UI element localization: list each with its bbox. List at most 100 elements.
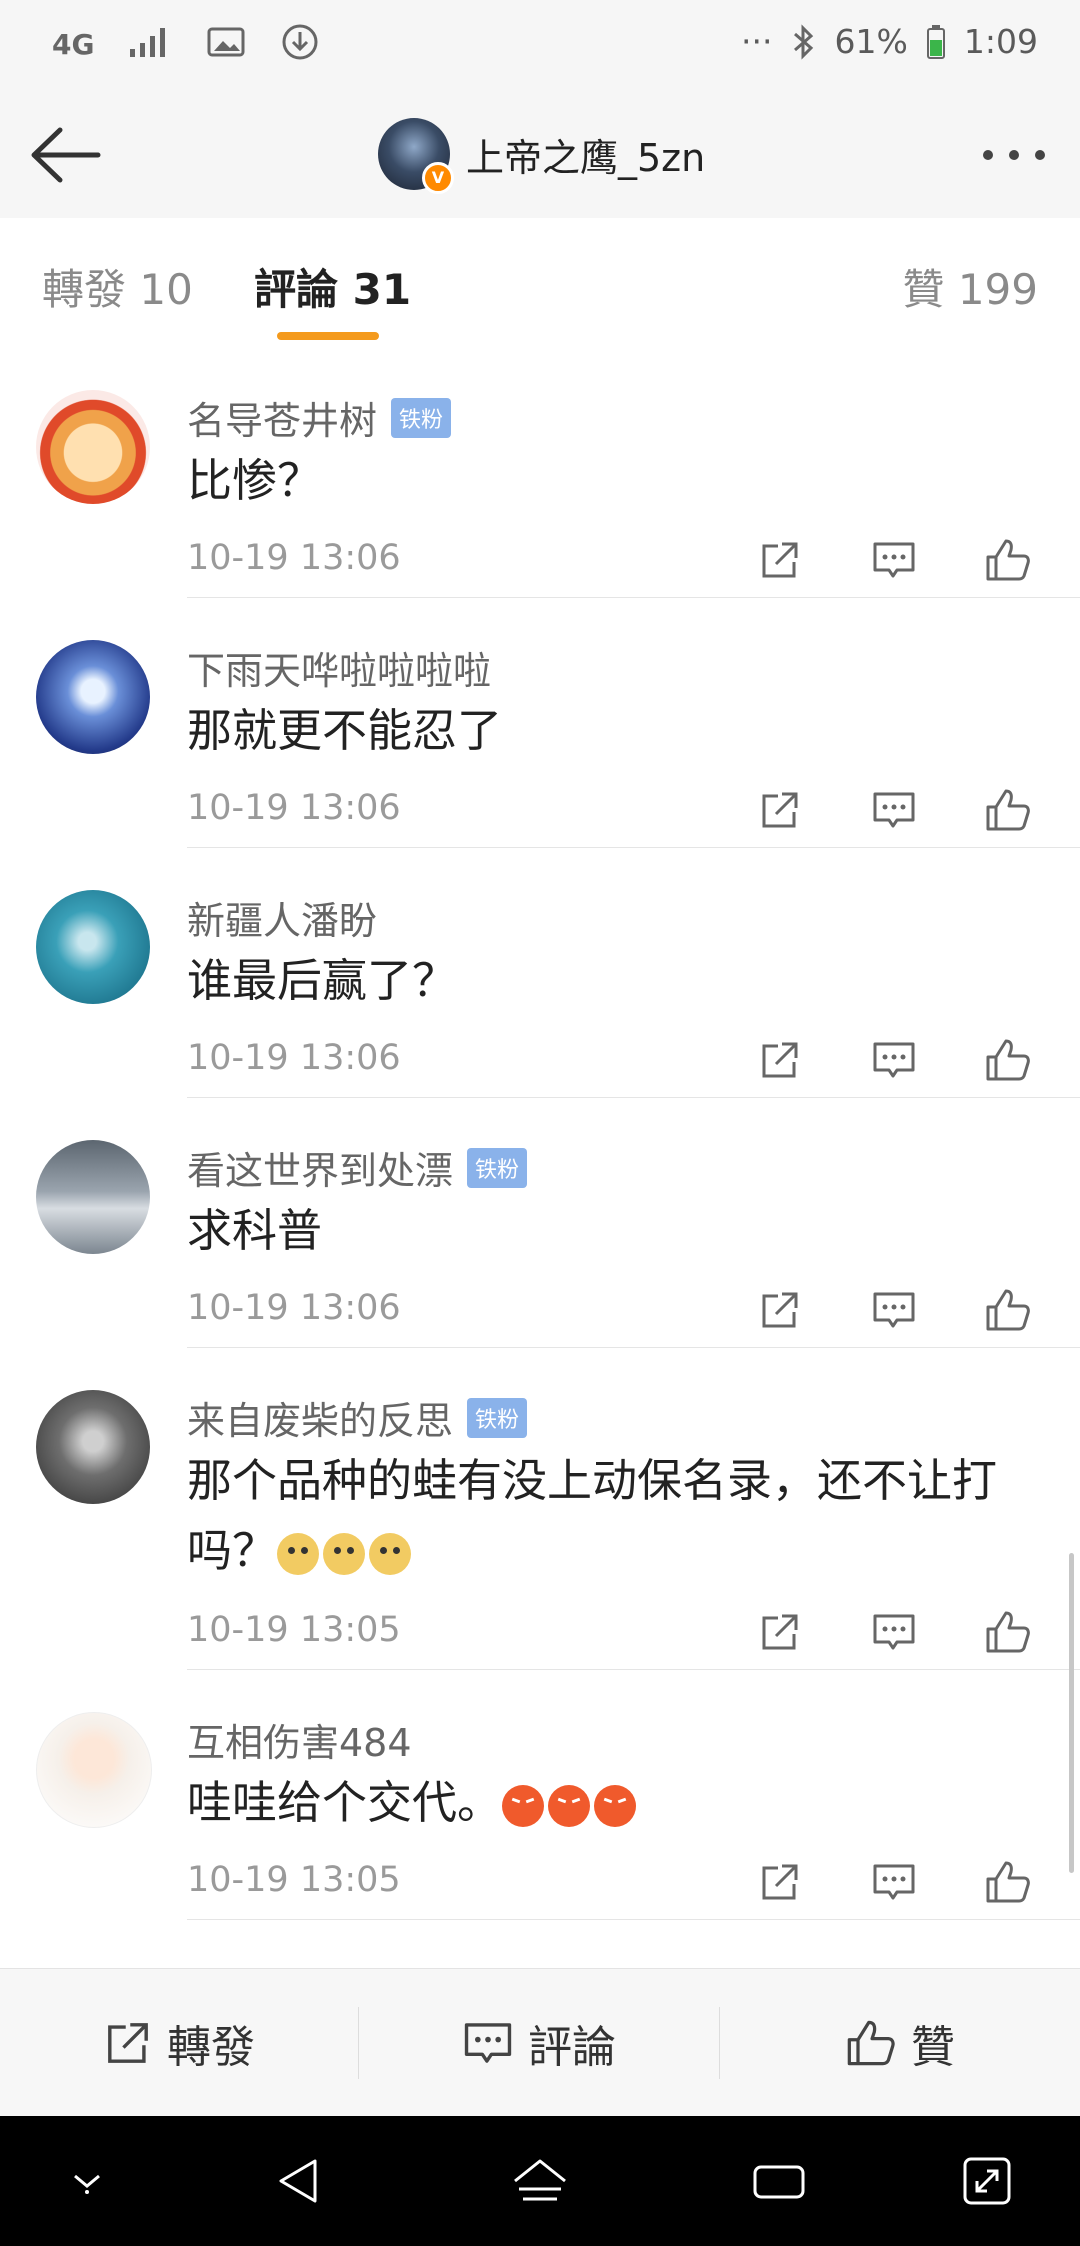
bottom-action-bar: 轉發 評論 贊	[0, 1968, 1080, 2117]
nav-home-button[interactable]	[505, 2150, 575, 2212]
overflow-indicator: ···	[741, 22, 773, 61]
avatar[interactable]	[36, 390, 150, 504]
comment-text[interactable]: 哇哇给个交代。	[187, 1768, 1027, 1838]
bluetooth-icon	[791, 23, 817, 60]
avatar[interactable]	[36, 1140, 150, 1254]
repost-action-button[interactable]: 轉發	[0, 1969, 358, 2117]
repost-button[interactable]	[748, 532, 812, 588]
avatar[interactable]	[36, 1390, 150, 1504]
repost-button[interactable]	[748, 1604, 812, 1660]
like-button[interactable]	[976, 1032, 1040, 1088]
thumbs-up-icon	[986, 539, 1030, 581]
reply-button[interactable]	[862, 1032, 926, 1088]
repost-button[interactable]	[748, 1854, 812, 1910]
like-button[interactable]	[976, 1604, 1040, 1660]
active-tab-indicator	[277, 332, 379, 340]
nav-hide-button[interactable]	[52, 2150, 122, 2212]
commenter-name[interactable]: 互相伤害484	[187, 1712, 412, 1767]
comment-icon	[464, 2023, 512, 2063]
nav-back-button[interactable]	[264, 2150, 334, 2212]
like-action-button[interactable]: 贊	[720, 1969, 1080, 2117]
comment-text[interactable]: 那就更不能忍了	[187, 696, 1027, 766]
battery-icon	[926, 24, 946, 60]
network-type-indicator: 4G	[52, 27, 95, 61]
comment-icon	[873, 1292, 915, 1328]
comment-text[interactable]: 比惨？	[187, 446, 1027, 516]
avatar[interactable]	[36, 640, 150, 754]
home-icon	[514, 2159, 566, 2201]
comment-item: 新疆人潘盼 谁最后赢了？ 10-19 13:06	[0, 848, 1080, 1098]
reply-button[interactable]	[862, 1604, 926, 1660]
comment-list[interactable]: 名导苍井树 铁粉 比惨？ 10-19 13:06 下雨天哗啦啦啦啦 那就更不能忍…	[0, 348, 1080, 1968]
system-nav-bar	[0, 2116, 1080, 2246]
comment-text[interactable]: 谁最后赢了？	[187, 946, 1027, 1016]
share-icon	[108, 2023, 148, 2063]
like-button[interactable]	[976, 532, 1040, 588]
user-title[interactable]: V 上帝之鹰_5zn	[378, 116, 706, 194]
comment-text[interactable]: 求科普	[187, 1196, 1027, 1266]
signal-icon	[128, 25, 172, 59]
commenter-name[interactable]: 名导苍井树	[187, 390, 377, 445]
thumbs-up-icon	[847, 2020, 895, 2066]
repost-label: 轉發	[167, 2022, 255, 2073]
reply-button[interactable]	[862, 532, 926, 588]
comment-icon	[873, 792, 915, 828]
recents-icon	[753, 2165, 805, 2199]
tab-comments[interactable]: 評論 31	[254, 256, 411, 317]
divider	[187, 1919, 1080, 1920]
share-icon	[762, 1292, 798, 1328]
like-button[interactable]	[976, 1854, 1040, 1910]
fan-badge: 铁粉	[467, 1147, 528, 1188]
repost-button[interactable]	[748, 782, 812, 838]
avatar[interactable]	[36, 1712, 152, 1828]
share-icon	[762, 1864, 798, 1900]
more-dots-icon	[983, 150, 1045, 160]
chevron-down-icon	[74, 2174, 100, 2194]
avatar[interactable]	[36, 890, 150, 1004]
tab-repost[interactable]: 轉發 10	[42, 256, 193, 317]
thumbs-up-icon	[986, 1039, 1030, 1081]
more-button[interactable]	[974, 132, 1054, 178]
reply-button[interactable]	[862, 782, 926, 838]
like-label: 贊	[911, 2022, 955, 2073]
comment-time: 10-19 13:06	[187, 538, 401, 578]
comment-action-button[interactable]: 評論	[359, 1969, 719, 2117]
comment-item: 看这世界到处漂 铁粉 求科普 10-19 13:06	[0, 1098, 1080, 1348]
share-icon	[762, 792, 798, 828]
comment-time: 10-19 13:06	[187, 788, 401, 828]
nav-recents-button[interactable]	[744, 2150, 814, 2212]
angry-emoji	[594, 1785, 637, 1827]
reply-button[interactable]	[862, 1854, 926, 1910]
tab-likes[interactable]: 贊 199	[902, 256, 1038, 317]
download-icon	[280, 22, 320, 62]
like-button[interactable]	[976, 1282, 1040, 1338]
scrollbar[interactable]	[1069, 1553, 1074, 1873]
commenter-name[interactable]: 新疆人潘盼	[187, 890, 377, 945]
expand-icon	[963, 2157, 1011, 2205]
comment-text[interactable]: 那个品种的蛙有没上动保名录，还不让打吗？	[187, 1446, 1027, 1586]
thumbs-up-icon	[986, 1611, 1030, 1653]
back-button[interactable]	[26, 120, 106, 190]
comment-time: 10-19 13:05	[187, 1610, 401, 1650]
nav-expand-button[interactable]	[952, 2150, 1022, 2212]
doge-emoji	[369, 1533, 412, 1575]
repost-button[interactable]	[748, 1032, 812, 1088]
commenter-name[interactable]: 下雨天哗啦啦啦啦	[187, 640, 491, 695]
repost-button[interactable]	[748, 1282, 812, 1338]
avatar[interactable]: V	[378, 118, 454, 194]
comment-icon	[873, 1614, 915, 1650]
comment-icon	[873, 542, 915, 578]
commenter-name[interactable]: 来自废柴的反思	[187, 1390, 453, 1445]
commenter-name[interactable]: 看这世界到处漂	[187, 1140, 453, 1195]
fan-badge: 铁粉	[467, 1397, 528, 1438]
comment-item: 来自废柴的反思 铁粉 那个品种的蛙有没上动保名录，还不让打吗？ 10-19 13…	[0, 1348, 1080, 1670]
reply-button[interactable]	[862, 1282, 926, 1338]
like-button[interactable]	[976, 782, 1040, 838]
gallery-icon	[206, 25, 246, 59]
status-bar: 4G ··· 61% 1:09	[0, 0, 1080, 92]
angry-emoji	[548, 1785, 591, 1827]
comment-time: 10-19 13:06	[187, 1288, 401, 1328]
comment-label: 評論	[528, 2022, 616, 2073]
comment-item: 下雨天哗啦啦啦啦 那就更不能忍了 10-19 13:06	[0, 598, 1080, 848]
page-title: 上帝之鹰_5zn	[466, 135, 706, 180]
